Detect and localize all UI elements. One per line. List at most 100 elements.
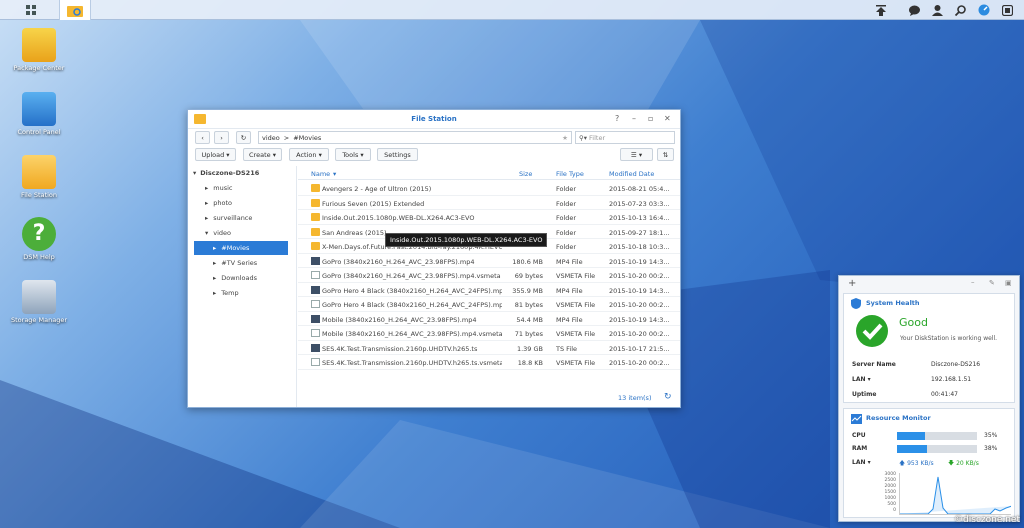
file-modified-date: 2015-10-20 00:2...	[609, 359, 670, 367]
upload-icon	[876, 4, 886, 16]
tree-item-movies[interactable]: ▸ #Movies	[194, 241, 288, 255]
file-modified-date: 2015-10-19 14:3...	[609, 286, 670, 295]
file-row[interactable]: Avengers 2 - Age of Ultron (2015) Folder 2…	[298, 181, 680, 196]
back-button[interactable]: ‹	[195, 131, 210, 144]
taskbar-file-station[interactable]	[59, 0, 91, 20]
tree-item-label: surveillance	[213, 214, 253, 222]
upload-button[interactable]: Upload ▾	[195, 148, 236, 161]
user-button[interactable]	[928, 0, 946, 20]
file-icon	[311, 271, 320, 279]
desktop-icon-storage-manager[interactable]: Storage Manager	[11, 280, 67, 324]
tools-button[interactable]: Tools ▾	[335, 148, 371, 161]
search-button[interactable]	[951, 0, 969, 20]
lan-label-text: LAN	[852, 376, 866, 383]
desktop-icon-package-center[interactable]: Package Center	[11, 28, 67, 72]
health-status: Good	[899, 316, 928, 329]
desktop-icon-label: Package Center	[13, 64, 65, 72]
watermark: ©disczone.net	[954, 515, 1020, 525]
file-type: Folder	[556, 214, 577, 222]
caret-down-icon: ▾	[205, 229, 209, 237]
taskbar	[0, 0, 1024, 20]
cpu-bar-fill	[897, 432, 925, 440]
desktop-icon-control-panel[interactable]: Control Panel	[11, 92, 67, 136]
help-icon[interactable]: ?	[615, 114, 619, 123]
file-name: SES.4K.Test.Transmission.2160p.UHDTV.h26…	[322, 359, 502, 367]
refresh-button[interactable]: ↻	[236, 131, 251, 144]
forward-button[interactable]: ›	[214, 131, 229, 144]
path-root[interactable]: video	[262, 134, 280, 142]
network-chart	[899, 473, 1011, 515]
file-row[interactable]: Furious Seven (2015) Extended Folder 2015-…	[298, 196, 680, 210]
window-titlebar[interactable]: File Station ? – ▫ ✕	[188, 110, 680, 129]
column-file-type[interactable]: File Type	[556, 170, 584, 178]
add-widget-icon[interactable]: +	[848, 278, 856, 289]
pilot-view-button[interactable]	[998, 0, 1016, 20]
refresh-icon[interactable]: ↻	[664, 392, 672, 402]
checkmark-icon	[856, 315, 888, 347]
pin-icon[interactable]: ✎	[989, 279, 995, 287]
minimize-icon[interactable]: –	[632, 114, 636, 123]
column-modified-date[interactable]: Modified Date	[609, 170, 654, 178]
maximize-icon[interactable]: ▫	[648, 114, 653, 123]
tree-item-video[interactable]: ▾ video	[205, 226, 295, 240]
file-icon	[311, 358, 320, 366]
system-health-title: System Health	[866, 299, 920, 307]
path-bar[interactable]: video > #Movies ★	[258, 131, 572, 144]
path-current[interactable]: #Movies	[293, 134, 321, 142]
file-row[interactable]: Mobile (3840x2160_H.264_AVC_23.98FPS).mp…	[298, 312, 680, 326]
ram-value: 38%	[984, 445, 998, 452]
list-icon: ☰ ▾	[630, 150, 643, 159]
tree-item-tv-series[interactable]: ▸ #TV Series	[213, 256, 295, 270]
arrow-down-icon: 🡇	[948, 460, 955, 467]
lan-label[interactable]: LAN ▾	[852, 376, 871, 383]
upload-queue-button[interactable]	[872, 0, 890, 20]
file-name: GoPro (3840x2160_H.264_AVC_23.98FPS).mp4	[322, 257, 475, 266]
file-row[interactable]: Mobile (3840x2160_H.264_AVC_23.98FPS).mp…	[298, 326, 680, 341]
desktop-icon-file-station[interactable]: File Station	[11, 155, 67, 199]
action-button[interactable]: Action ▾	[289, 148, 329, 161]
close-icon[interactable]: ✕	[664, 114, 671, 123]
main-menu-button[interactable]	[20, 0, 42, 20]
column-name[interactable]: Name	[311, 170, 330, 178]
file-modified-date: 2015-10-20 00:2...	[609, 301, 670, 309]
file-row[interactable]: GoPro Hero 4 Black (3840x2160_H.264_AVC_…	[298, 283, 680, 297]
column-size[interactable]: Size	[519, 170, 532, 178]
view-mode-button[interactable]: ☰ ▾	[620, 148, 653, 161]
sort-button[interactable]: ⇅	[657, 148, 674, 161]
dashboard-icon	[978, 4, 990, 16]
filter-input[interactable]: ⚲▾ Filter	[575, 131, 675, 144]
file-row[interactable]: SES.4K.Test.Transmission.2160p.UHDTV.h26…	[298, 341, 680, 355]
file-type: VSMETA File	[556, 359, 596, 367]
minimize-icon[interactable]: –	[971, 278, 975, 286]
file-row[interactable]: SES.4K.Test.Transmission.2160p.UHDTV.h26…	[298, 355, 680, 370]
widgets-button[interactable]	[975, 0, 993, 20]
tree-item-downloads[interactable]: ▸ Downloads	[213, 271, 295, 285]
server-name-value: Disczone-DS216	[931, 361, 981, 368]
file-row[interactable]: GoPro (3840x2160_H.264_AVC_23.98FPS).mp4…	[298, 268, 680, 283]
star-icon[interactable]: ★	[562, 134, 568, 142]
tree-item-surveillance[interactable]: ▸ surveillance	[205, 211, 295, 225]
messages-button[interactable]	[905, 0, 923, 20]
package-icon	[22, 28, 56, 62]
network-chart-yaxis: 3000 2500 2000 1500 1000 500 0	[878, 472, 896, 514]
video-file-icon	[311, 314, 320, 323]
file-row[interactable]: GoPro Hero 4 Black (3840x2160_H.264_AVC_…	[298, 297, 680, 312]
file-modified-date: 2015-09-27 18:1...	[609, 228, 670, 237]
tree-item-photo[interactable]: ▸ photo	[205, 196, 295, 210]
desktop-icon-dsm-help[interactable]: ? DSM Help	[11, 217, 67, 261]
caret-right-icon: ▸	[205, 214, 209, 222]
monitor-lan-label[interactable]: LAN ▾	[852, 459, 871, 466]
navigation-bar: ‹ › ↻ video > #Movies ★ ⚲▾ Filter	[188, 129, 680, 146]
storage-icon	[22, 280, 56, 314]
file-type: MP4 File	[556, 315, 583, 324]
tree-item-music[interactable]: ▸ music	[205, 181, 295, 195]
file-row[interactable]: Inside.Out.2015.1080p.WEB-DL.X264.AC3-EV…	[298, 210, 680, 225]
settings-button[interactable]: Settings	[377, 148, 418, 161]
folder-icon	[22, 155, 56, 189]
close-icon[interactable]: ▣	[1005, 279, 1012, 287]
file-row[interactable]: GoPro (3840x2160_H.264_AVC_23.98FPS).mp4…	[298, 254, 680, 268]
create-button[interactable]: Create ▾	[243, 148, 282, 161]
tree-root[interactable]: ▾ Disczone-DS216	[193, 166, 293, 180]
tree-item-temp[interactable]: ▸ Temp	[213, 286, 295, 300]
search-icon	[954, 4, 966, 16]
